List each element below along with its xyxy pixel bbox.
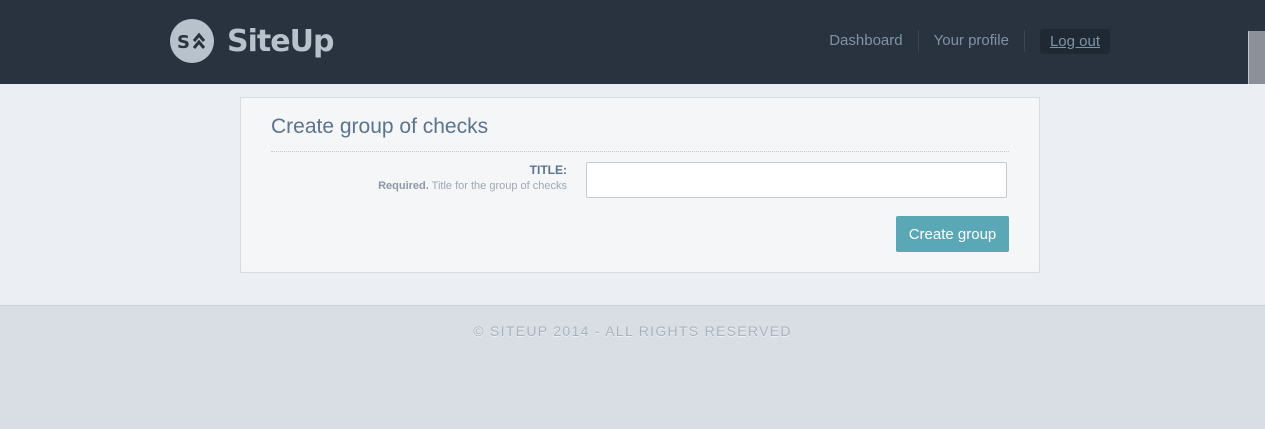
main-nav: Dashboard Your profile Log out: [814, 26, 1110, 56]
create-group-button[interactable]: Create group: [896, 216, 1009, 252]
page-title: Create group of checks: [271, 115, 489, 138]
main-content: Create group of checks TITLE: Required. …: [0, 84, 1265, 306]
logout-button[interactable]: Log out: [1039, 28, 1110, 54]
nav-divider: [1023, 30, 1025, 52]
nav-dashboard-link[interactable]: Dashboard: [814, 30, 917, 52]
brand-link[interactable]: S SiteUp: [170, 18, 334, 64]
create-group-form: Create group of checks TITLE: Required. …: [240, 97, 1040, 273]
svg-text:S: S: [177, 32, 190, 53]
footer-copyright: © SITEUP 2014 - ALL RIGHTS RESERVED: [473, 323, 792, 339]
brand-name: SiteUp: [227, 23, 334, 59]
required-label: Required.: [378, 180, 429, 192]
top-navbar: S SiteUp Dashboard Your profile Log out: [0, 0, 1265, 84]
title-field-label: TITLE:: [529, 163, 567, 177]
nav-profile-link[interactable]: Your profile: [919, 30, 1024, 52]
title-field-help: Required. Title for the group of checks: [378, 180, 567, 192]
divider: [271, 151, 1009, 152]
title-input[interactable]: [586, 162, 1007, 198]
help-text: Title for the group of checks: [428, 180, 567, 192]
siteup-logo-icon: S: [170, 19, 214, 63]
